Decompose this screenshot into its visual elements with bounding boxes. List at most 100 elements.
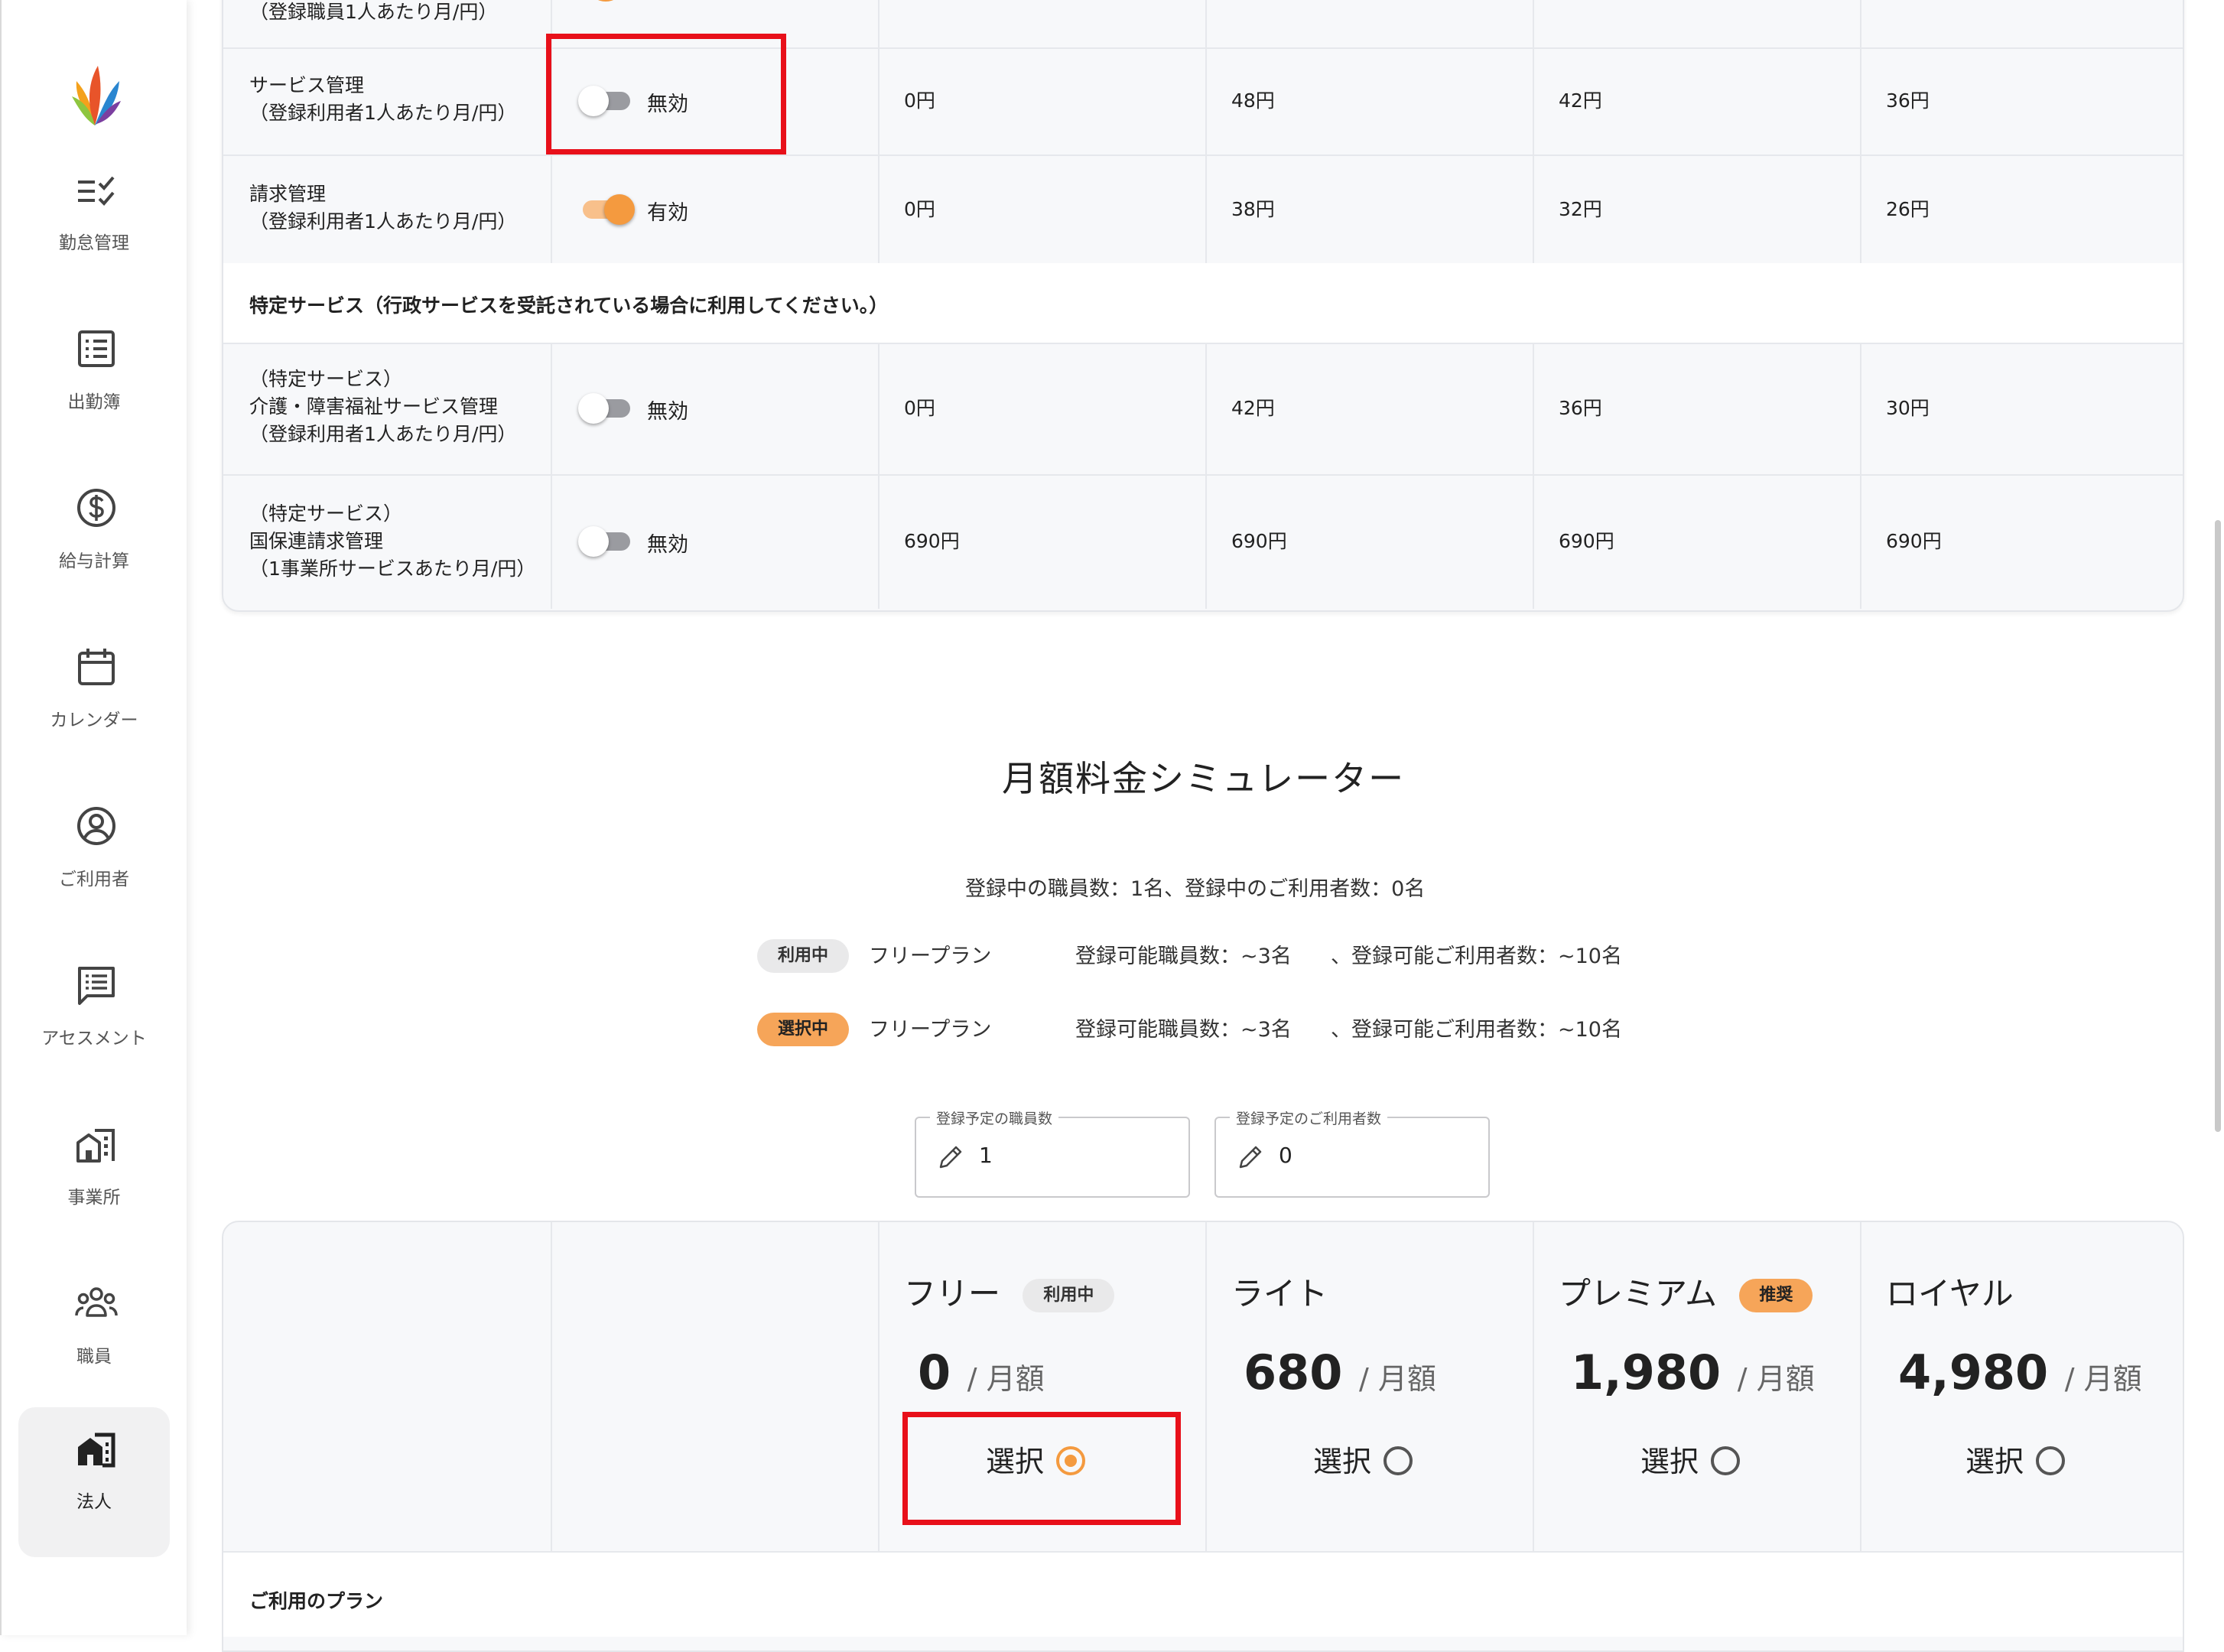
table-row: （登録職員1人あたり月/円）: [223, 0, 2183, 49]
planned-staff-input[interactable]: 登録予定の職員数 1: [915, 1107, 1190, 1198]
pencil-icon: [1239, 1146, 1262, 1169]
plan-column-royal: ロイヤル 4,980 / 月額 選択: [1860, 1222, 2183, 1551]
sidebar-item-payroll[interactable]: 給与計算: [18, 467, 170, 616]
input-value[interactable]: 1: [979, 1143, 993, 1168]
app-logo[interactable]: [69, 58, 122, 128]
table-row: 請求管理 （登録利用者1人あたり月/円） 有効 0円 38円 32円 26円: [223, 154, 2183, 265]
plan-name: プレミアム 推奨: [1559, 1268, 1813, 1317]
price-cell: 690円: [1231, 530, 1287, 552]
user-circle-icon: [77, 807, 115, 845]
option-price-table: （登録職員1人あたり月/円） サービス管理 （登録利用者1人あたり月/円） 無効…: [222, 0, 2184, 612]
sidebar-item-label: 法人: [76, 1492, 112, 1512]
price-cell: 32円: [1559, 198, 1602, 220]
price-cell: 690円: [904, 530, 960, 552]
section-title: ご利用のプラン: [249, 1590, 384, 1612]
option-name: 請求管理 （登録利用者1人あたり月/円）: [249, 183, 517, 233]
plan-price: 680 / 月額: [1244, 1345, 1436, 1400]
kokuho-billing-toggle[interactable]: [578, 525, 636, 558]
plan-name: ロイヤル: [1886, 1275, 2014, 1312]
plan-price: 4,980 / 月額: [1898, 1345, 2142, 1400]
price-cell: 48円: [1231, 89, 1275, 112]
registered-counts: 登録中の職員数：1名、登録中のご利用者数：0名: [965, 877, 1426, 901]
plans-footer-row: ご利用のプラン: [223, 1551, 2183, 1637]
radio-unchecked-icon: [1383, 1446, 1413, 1475]
sidebar-item-attendance-book[interactable]: 出勤簿: [18, 307, 170, 457]
price-cell: 690円: [1886, 530, 1942, 552]
sidebar-item-label: 事業所: [67, 1188, 121, 1208]
table-row: （特定サービス） 介護・障害福祉サービス管理 （登録利用者1人あたり月/円） 無…: [223, 343, 2183, 476]
pencil-icon: [939, 1146, 962, 1169]
corporation-icon: [78, 1432, 115, 1468]
option-name: （登録職員1人あたり月/円）: [249, 1, 498, 23]
dollar-icon: [77, 489, 115, 527]
sidebar-item-label: 職員: [76, 1347, 112, 1367]
price-cell: 42円: [1231, 397, 1275, 419]
current-plan-badge: 利用中: [1023, 1279, 1115, 1312]
highlight-box: [546, 34, 786, 154]
office-building-icon: [76, 1129, 115, 1163]
sidebar-item-calendar[interactable]: カレンダー: [18, 626, 170, 776]
input-value[interactable]: 0: [1279, 1143, 1292, 1168]
sidebar-item-attendance[interactable]: 勤怠管理: [18, 148, 170, 298]
group-icon: [75, 1287, 118, 1317]
billing-management-toggle[interactable]: [578, 193, 636, 226]
option-name: サービス管理 （登録利用者1人あたり月/円）: [249, 74, 517, 124]
sidebar-item-corporation[interactable]: 法人: [18, 1407, 170, 1557]
table-section-header: 特定サービス（行政サービスを受託されている場合に利用してください。）: [223, 263, 2183, 344]
care-service-toggle[interactable]: [578, 392, 636, 425]
sidebar-item-staff[interactable]: 職員: [18, 1262, 170, 1412]
selected-plan-staff: 登録可能職員数：~3名: [1075, 1018, 1292, 1042]
sidebar-item-label: 勤怠管理: [59, 233, 129, 253]
radio-unchecked-icon: [1711, 1446, 1740, 1475]
plan-comparison: フリー 利用中 0 / 月額 選択 ライト 680 / 月額 選択 プレミアム …: [222, 1221, 2184, 1652]
price-cell: 30円: [1886, 397, 1930, 419]
input-label: 登録予定のご利用者数: [1230, 1107, 1388, 1128]
scrollbar[interactable]: [2215, 520, 2221, 1132]
simulator-title: 月額料金シミュレーター: [1002, 758, 1406, 799]
plan-name: ライト: [1231, 1275, 1328, 1312]
table-row: サービス管理 （登録利用者1人あたり月/円） 無効 0円 48円 42円 36円: [223, 47, 2183, 156]
plan-column-premium: プレミアム 推奨 1,980 / 月額 選択: [1533, 1222, 1861, 1551]
sidebar-item-label: アセスメント: [41, 1029, 147, 1049]
sidebar-item-offices[interactable]: 事業所: [18, 1103, 170, 1253]
sidebar-item-label: カレンダー: [50, 711, 138, 730]
price-cell: 38円: [1231, 198, 1275, 220]
plan-column-lite: ライト 680 / 月額 選択: [1205, 1222, 1534, 1551]
list-document-icon: [78, 330, 115, 367]
toggle-label: 無効: [647, 400, 688, 424]
checklist-icon: [78, 176, 115, 206]
section-title: 特定サービス（行政サービスを受託されている場合に利用してください。）: [249, 294, 889, 317]
price-cell: 0円: [904, 198, 935, 220]
selected-plan-name: フリープラン: [869, 1018, 992, 1042]
toggle-label: 無効: [647, 533, 688, 557]
price-cell: 26円: [1886, 198, 1930, 220]
planned-users-input[interactable]: 登録予定のご利用者数 0: [1214, 1107, 1490, 1198]
calendar-icon: [78, 649, 115, 685]
selected-plan-badge: 選択中: [757, 1013, 849, 1046]
price-cell: 690円: [1559, 530, 1614, 552]
sidebar-item-label: ご利用者: [59, 870, 129, 889]
current-plan-staff: 登録可能職員数：~3名: [1075, 945, 1292, 968]
sidebar-item-users[interactable]: ご利用者: [18, 785, 170, 935]
sidebar: 勤怠管理 出勤簿 給与計算 カレンダー ご利用者 アセスメント 事業所 職員 法…: [0, 0, 187, 1635]
toggle-knob-partial[interactable]: [590, 0, 621, 2]
plan-name: フリー 利用中: [904, 1268, 1115, 1317]
sidebar-item-assessment[interactable]: アセスメント: [18, 944, 170, 1094]
table-row: （特定サービス） 国保連請求管理 （1事業所サービスあたり月/円） 無効 690…: [223, 474, 2183, 609]
plan-price: 0 / 月額: [918, 1345, 1045, 1400]
option-name: （特定サービス） 介護・障害福祉サービス管理 （登録利用者1人あたり月/円）: [249, 368, 517, 445]
price-cell: 36円: [1559, 397, 1602, 419]
plan-price: 1,980 / 月額: [1571, 1345, 1815, 1400]
price-cell: 0円: [904, 89, 935, 112]
price-cell: 42円: [1559, 89, 1602, 112]
select-premium-plan[interactable]: 選択: [1520, 1438, 1860, 1480]
price-cell: 0円: [904, 397, 935, 419]
price-cell: 36円: [1886, 89, 1930, 112]
select-lite-plan[interactable]: 選択: [1193, 1438, 1533, 1480]
select-royal-plan[interactable]: 選択: [1848, 1438, 2183, 1480]
option-name: （特定サービス） 国保連請求管理 （1事業所サービスあたり月/円）: [249, 502, 536, 580]
toggle-label: 有効: [647, 201, 688, 225]
sidebar-item-label: 給与計算: [59, 551, 129, 571]
current-plan-users: 、登録可能ご利用者数：~10名: [1331, 945, 1622, 968]
radio-unchecked-icon: [2036, 1446, 2065, 1475]
